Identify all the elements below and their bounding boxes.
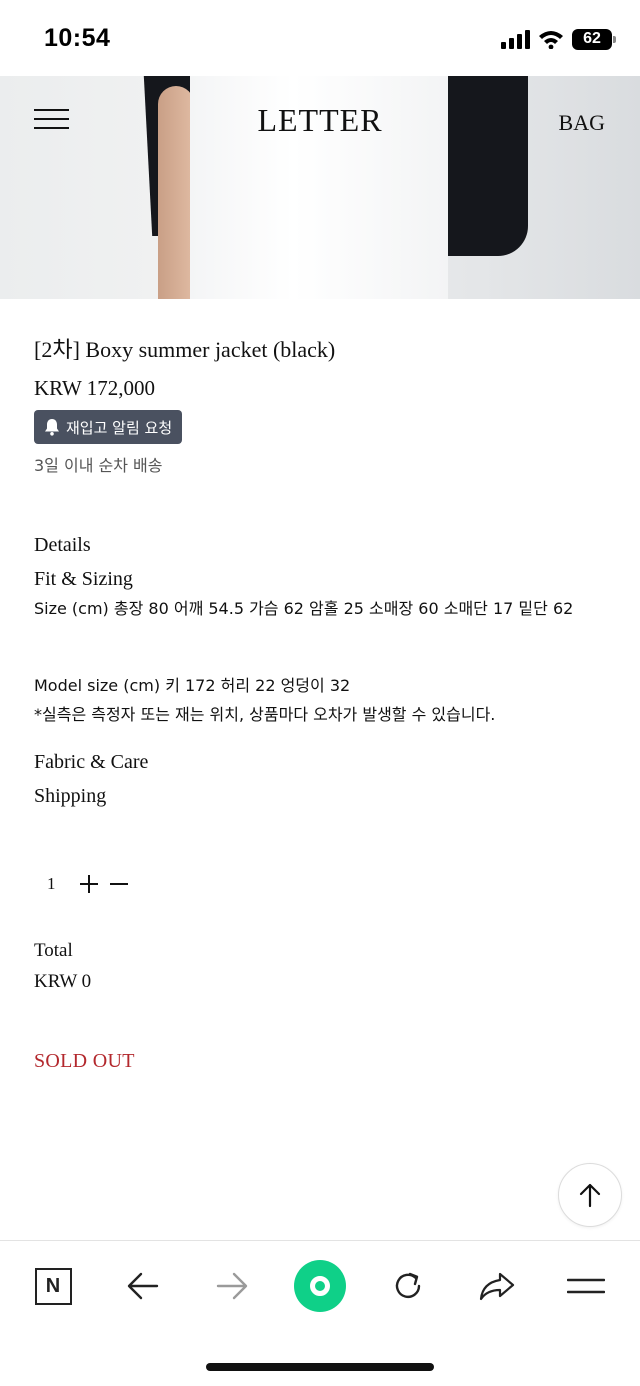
total-value: KRW 0	[34, 971, 92, 992]
back-button[interactable]	[115, 1261, 171, 1311]
measurement-note: *실측은 측정자 또는 재는 위치, 상품마다 오차가 발생할 수 있습니다.	[34, 705, 496, 724]
shipping-heading[interactable]: Shipping	[34, 785, 106, 808]
share-icon	[479, 1272, 515, 1301]
bag-link[interactable]: BAG	[559, 110, 605, 136]
back-arrow-icon	[127, 1272, 159, 1300]
shipping-note: 3일 이내 순차 배송	[34, 456, 163, 475]
restock-alert-label: 재입고 알림 요청	[66, 418, 173, 437]
total-label: Total	[34, 940, 73, 961]
status-bar: 10:54 62	[0, 0, 640, 76]
product-title: [2차] Boxy summer jacket (black)	[34, 337, 336, 362]
sold-out-label: SOLD OUT	[34, 1050, 135, 1072]
size-text: Size (cm) 총장 80 어깨 54.5 가슴 62 암홀 25 소매장 …	[34, 599, 574, 618]
quantity-stepper: 1	[34, 868, 134, 900]
battery-indicator: 62	[572, 28, 616, 50]
quantity-increase-button[interactable]	[74, 869, 104, 899]
menu-icon	[567, 1278, 605, 1294]
product-price: KRW 172,000	[34, 376, 155, 400]
minus-icon	[110, 883, 128, 885]
green-dot-icon	[294, 1260, 346, 1312]
home-indicator	[206, 1363, 434, 1371]
scroll-top-button[interactable]	[558, 1163, 622, 1227]
forward-button[interactable]	[204, 1261, 260, 1311]
wifi-icon	[539, 31, 563, 49]
naver-home-button[interactable]: N	[25, 1261, 81, 1311]
fabric-care-heading[interactable]: Fabric & Care	[34, 751, 148, 774]
arrow-up-icon	[579, 1183, 601, 1208]
status-time: 10:54	[44, 24, 111, 52]
refresh-icon	[395, 1272, 421, 1299]
green-dot-button[interactable]	[292, 1260, 348, 1312]
details-heading[interactable]: Details	[34, 534, 91, 557]
plus-icon	[80, 875, 98, 893]
fit-sizing-heading[interactable]: Fit & Sizing	[34, 568, 133, 591]
refresh-button[interactable]	[380, 1261, 436, 1311]
store-logo[interactable]: LETTER	[0, 102, 640, 139]
bell-icon	[45, 419, 59, 436]
forward-arrow-icon	[216, 1272, 248, 1300]
quantity-value: 1	[47, 874, 56, 893]
quantity-decrease-button[interactable]	[104, 869, 134, 899]
status-icons: 62	[501, 28, 616, 50]
share-button[interactable]	[469, 1261, 525, 1311]
restock-alert-button[interactable]: 재입고 알림 요청	[34, 410, 183, 444]
cellular-signal-icon	[501, 29, 530, 49]
browser-menu-button[interactable]	[558, 1261, 614, 1311]
model-size-text: Model size (cm) 키 172 허리 22 엉덩이 32	[34, 676, 351, 695]
naver-icon: N	[34, 1267, 72, 1305]
